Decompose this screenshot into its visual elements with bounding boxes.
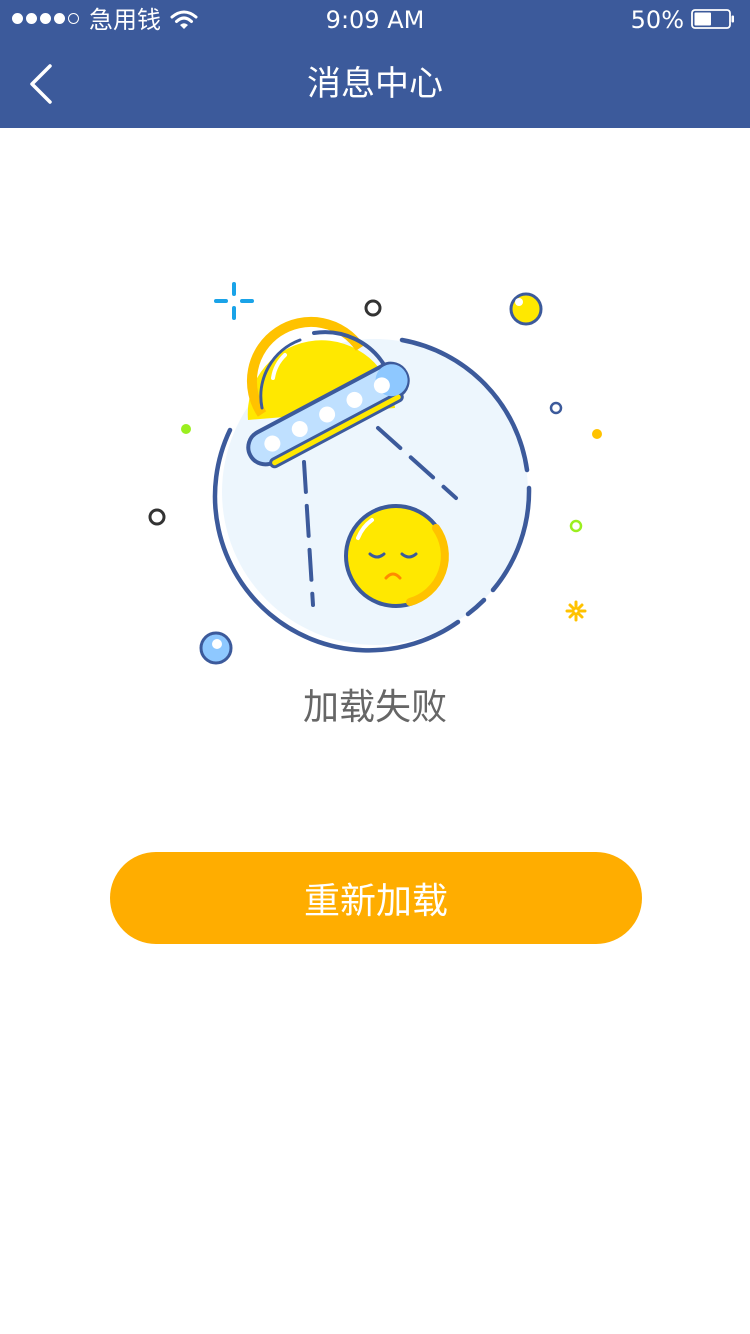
dot-icon [181,424,191,434]
ring-dot-icon [549,401,563,415]
small-bubble-icon [199,631,233,665]
status-bar: 急用钱 9:09 AM 50% [0,0,750,40]
sad-planet-icon [344,504,449,608]
header: 急用钱 9:09 AM 50% 消息中心 [0,0,750,128]
sparkle-icon [214,282,254,320]
dot-icon [592,429,602,439]
small-moon-icon [509,292,543,326]
flower-icon [565,600,587,622]
battery-percent: 50% [630,6,684,34]
ring-dot-icon [569,519,583,533]
navigation-bar: 消息中心 [0,40,750,128]
reload-button[interactable]: 重新加载 [110,852,642,944]
ufo-illustration [148,282,602,665]
page-title: 消息中心 [307,64,443,104]
battery-icon [691,9,734,29]
ring-dot-icon [148,508,166,526]
load-failed-message: 加载失败 [302,687,447,728]
ring-dot-icon [364,299,382,317]
